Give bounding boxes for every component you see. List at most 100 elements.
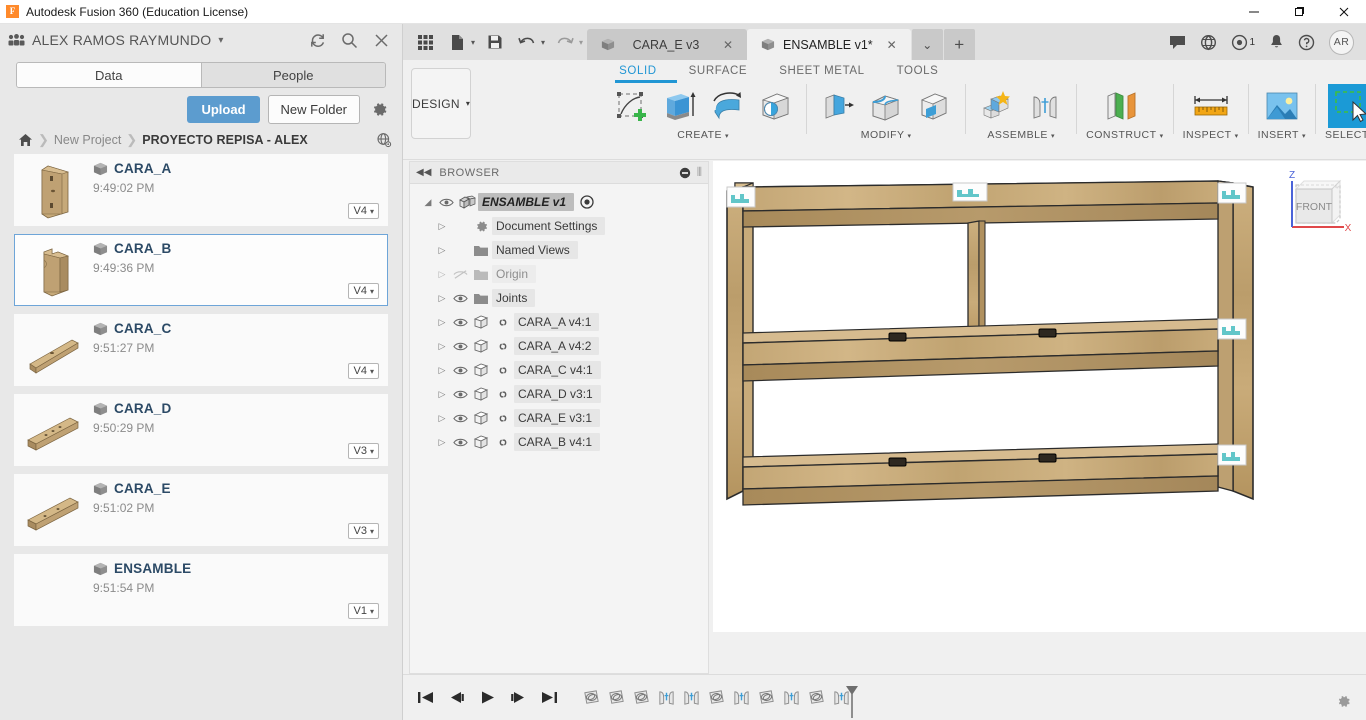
minimize-panel-icon[interactable]	[679, 167, 691, 179]
minimize-button[interactable]	[1231, 0, 1276, 24]
tree-node-component[interactable]: ▷ CARA_B v4:1	[410, 430, 708, 454]
tab-surface[interactable]: SURFACE	[673, 65, 764, 77]
version-selector[interactable]: V3 ▾	[348, 443, 379, 459]
play-icon[interactable]	[479, 690, 496, 705]
activate-component-icon[interactable]	[580, 195, 594, 209]
insert-image-icon[interactable]	[1259, 84, 1305, 128]
rigid-joint-icon[interactable]	[680, 687, 702, 709]
file-new-icon[interactable]	[443, 27, 471, 57]
globe-icon[interactable]	[376, 132, 392, 148]
redo-icon[interactable]	[551, 27, 579, 57]
panel-resize-handle[interactable]: ⦀	[697, 165, 702, 180]
list-item[interactable]: CARA_C 9:51:27 PM V4 ▾	[14, 314, 388, 386]
version-selector[interactable]: V1 ▾	[348, 603, 379, 619]
tab-data[interactable]: Data	[17, 63, 201, 87]
joint-feature-icon[interactable]	[630, 687, 652, 709]
ribbon-group-label-select[interactable]: SELECT▾	[1325, 129, 1366, 141]
account-name[interactable]: ALEX RAMOS RAYMUNDO	[32, 32, 211, 48]
visibility-eye-icon[interactable]	[436, 197, 456, 208]
list-item[interactable]: CARA_D 9:50:29 PM V3 ▾	[14, 394, 388, 466]
visibility-eye-off-icon[interactable]	[450, 269, 470, 280]
rigid-joint-icon[interactable]	[655, 687, 677, 709]
close-icon[interactable]: ✕	[887, 38, 897, 52]
workspace-selector[interactable]: DESIGN ▾	[411, 68, 471, 139]
expander-icon[interactable]: ▷	[434, 341, 450, 352]
help-icon[interactable]	[1298, 34, 1315, 51]
expander-icon[interactable]: ▷	[434, 413, 450, 424]
tab-tools[interactable]: TOOLS	[881, 65, 955, 77]
collapse-panel-icon[interactable]: ◀◀	[416, 167, 431, 178]
ribbon-group-label-modify[interactable]: MODIFY▾	[861, 129, 912, 141]
new-tab-button[interactable]: +	[944, 29, 975, 60]
version-selector[interactable]: V3 ▾	[348, 523, 379, 539]
list-item[interactable]: CARA_A 9:49:02 PM V4 ▾	[14, 154, 388, 226]
visibility-eye-icon[interactable]	[450, 437, 470, 448]
grid-apps-icon[interactable]	[411, 27, 439, 57]
version-selector[interactable]: V4 ▾	[348, 203, 379, 219]
joint-feature-icon[interactable]	[755, 687, 777, 709]
step-forward-icon[interactable]	[510, 690, 527, 705]
tree-node-component[interactable]: ▷ CARA_D v3:1	[410, 382, 708, 406]
viewport-3d[interactable]: FRONT Z X	[713, 161, 1366, 632]
new-folder-button[interactable]: New Folder	[268, 95, 360, 124]
list-item[interactable]: CARA_E 9:51:02 PM V3 ▾	[14, 474, 388, 546]
ribbon-group-label-construct[interactable]: CONSTRUCT▾	[1086, 129, 1163, 141]
create-sketch-icon[interactable]	[609, 84, 653, 128]
version-selector[interactable]: V4 ▾	[348, 363, 379, 379]
notifications-bell-icon[interactable]	[1269, 34, 1284, 51]
rigid-joint-icon[interactable]	[730, 687, 752, 709]
chevron-down-icon[interactable]: ▾	[218, 35, 223, 46]
tree-node-component[interactable]: ▷ CARA_A v4:2	[410, 334, 708, 358]
joint-feature-icon[interactable]	[705, 687, 727, 709]
expander-icon[interactable]: ▷	[434, 269, 450, 280]
timeline-settings-gear-icon[interactable]	[1335, 693, 1352, 710]
save-icon[interactable]	[481, 27, 509, 57]
offset-plane-icon[interactable]	[1098, 84, 1152, 128]
visibility-eye-icon[interactable]	[450, 341, 470, 352]
extrude-icon[interactable]	[657, 84, 701, 128]
tree-node-named-views[interactable]: ▷ Named Views	[410, 238, 708, 262]
tab-list-dropdown[interactable]: ⌄	[912, 29, 943, 60]
expander-icon[interactable]: ▷	[434, 365, 450, 376]
joint-feature-icon[interactable]	[580, 687, 602, 709]
upload-button[interactable]: Upload	[187, 96, 259, 123]
close-panel-icon[interactable]	[372, 31, 390, 49]
list-item[interactable]: ENSAMBLE 9:51:54 PM V1 ▾	[14, 554, 388, 626]
tree-node-origin[interactable]: ▷ Origin	[410, 262, 708, 286]
expander-icon[interactable]: ▷	[434, 245, 450, 256]
step-back-icon[interactable]	[448, 690, 465, 705]
document-tab-cara-e[interactable]: CARA_E v3 ✕	[587, 29, 747, 60]
tree-node-joints[interactable]: ▷ Joints	[410, 286, 708, 310]
measure-icon[interactable]	[1186, 84, 1236, 128]
tab-sheet-metal[interactable]: SHEET METAL	[763, 65, 880, 77]
joint-feature-icon[interactable]	[805, 687, 827, 709]
tree-node-component[interactable]: ▷ CARA_A v4:1	[410, 310, 708, 334]
revolve-icon[interactable]	[705, 84, 749, 128]
joint-icon[interactable]	[1023, 84, 1067, 128]
select-window-icon[interactable]	[1328, 84, 1366, 128]
visibility-eye-icon[interactable]	[450, 293, 470, 304]
shell-icon[interactable]	[912, 84, 956, 128]
tab-people[interactable]: People	[201, 63, 386, 87]
fillet-icon[interactable]	[864, 84, 908, 128]
refresh-icon[interactable]	[308, 31, 326, 49]
document-tab-ensamble[interactable]: ENSAMBLE v1* ✕	[747, 29, 911, 60]
undo-icon[interactable]	[513, 27, 541, 57]
go-to-beginning-icon[interactable]	[417, 690, 434, 705]
job-status-icon[interactable]: 1	[1231, 34, 1255, 51]
expander-icon[interactable]: ▷	[434, 389, 450, 400]
ribbon-group-label-create[interactable]: CREATE▾	[677, 129, 729, 141]
tree-node-component[interactable]: ▷ CARA_C v4:1	[410, 358, 708, 382]
chevron-down-icon[interactable]: ▾	[471, 38, 475, 47]
timeline-end-marker[interactable]	[844, 685, 860, 719]
maximize-button[interactable]	[1276, 0, 1321, 24]
hole-icon[interactable]	[753, 84, 797, 128]
chevron-down-icon-3[interactable]: ▾	[579, 38, 583, 47]
tree-node-component[interactable]: ▷ CARA_E v3:1	[410, 406, 708, 430]
ribbon-group-label-assemble[interactable]: ASSEMBLE▾	[987, 129, 1055, 141]
chevron-down-icon-2[interactable]: ▾	[541, 38, 545, 47]
tree-node-document-settings[interactable]: ▷ Document Settings	[410, 214, 708, 238]
ribbon-group-label-inspect[interactable]: INSPECT▾	[1183, 129, 1239, 141]
version-selector[interactable]: V4 ▾	[348, 283, 379, 299]
list-item[interactable]: CARA_B 9:49:36 PM V4 ▾	[14, 234, 388, 306]
